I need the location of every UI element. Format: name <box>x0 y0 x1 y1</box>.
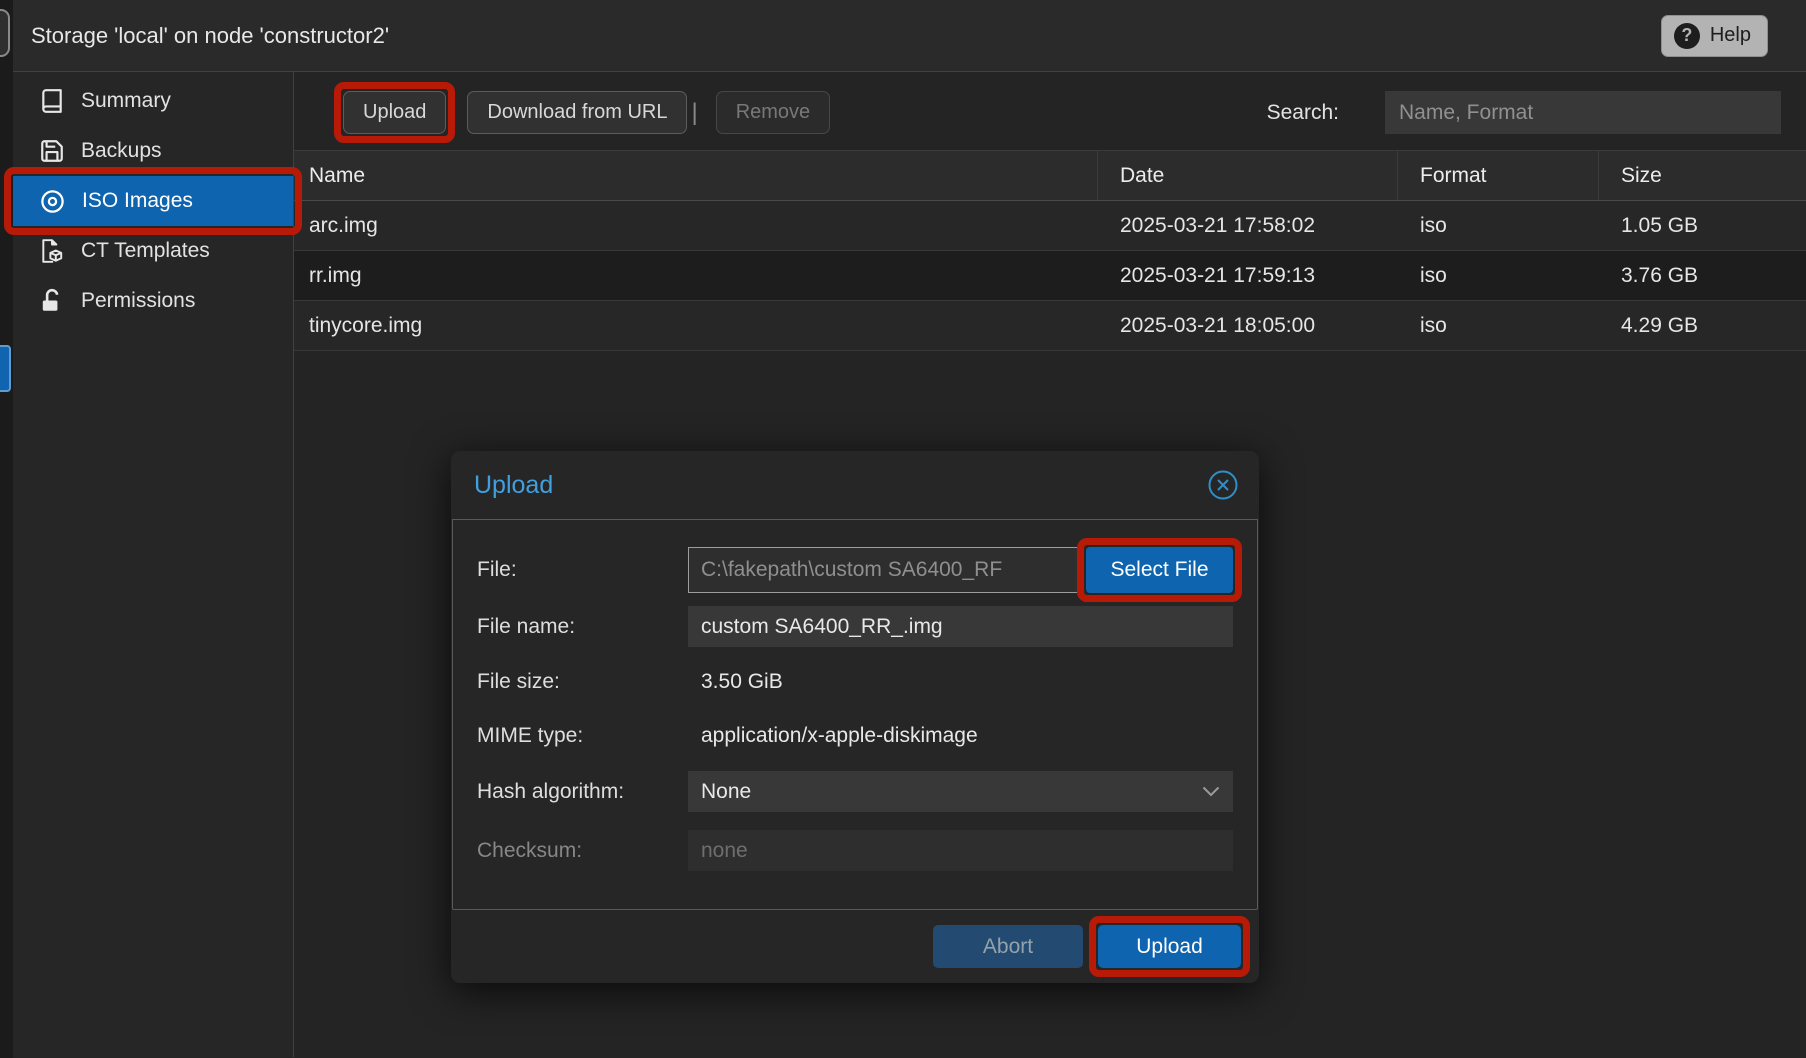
column-header-format[interactable]: Format <box>1398 151 1599 200</box>
cell-size: 4.29 GB <box>1599 301 1806 350</box>
checksum-input[interactable] <box>688 830 1233 871</box>
chevron-down-icon <box>1202 786 1220 797</box>
dialog-footer: Abort Upload <box>451 910 1259 983</box>
cell-name: rr.img <box>294 251 1098 300</box>
hash-label: Hash algorithm: <box>477 780 688 804</box>
collapsed-panel-edge <box>0 9 10 57</box>
cell-format: iso <box>1398 201 1599 250</box>
mime-label: MIME type: <box>477 724 688 748</box>
column-header-size[interactable]: Size <box>1599 151 1806 200</box>
mime-row: MIME type: application/x-apple-diskimage <box>477 724 1233 748</box>
table-row[interactable]: tinycore.img 2025-03-21 18:05:00 iso 4.2… <box>294 301 1806 351</box>
checksum-label: Checksum: <box>477 839 688 863</box>
sidebar-item-backups[interactable]: Backups <box>13 126 293 176</box>
file-label: File: <box>477 558 688 582</box>
mime-value: application/x-apple-diskimage <box>688 724 978 748</box>
cell-name: tinycore.img <box>294 301 1098 350</box>
sidebar: Summary Backups ISO Images CT Templates <box>13 72 293 1057</box>
help-button[interactable]: ? Help <box>1661 15 1768 57</box>
cell-date: 2025-03-21 17:59:13 <box>1098 251 1398 300</box>
unlock-icon <box>39 288 65 314</box>
dialog-title: Upload <box>474 471 553 500</box>
upload-dialog: Upload File: Select File File name: File… <box>451 451 1259 983</box>
table-header-row: Name Date Format Size <box>294 150 1806 201</box>
book-icon <box>39 88 65 114</box>
question-icon: ? <box>1674 23 1700 49</box>
package-icon <box>39 238 65 264</box>
file-path-input[interactable] <box>688 547 1078 593</box>
sidebar-item-summary[interactable]: Summary <box>13 76 293 126</box>
checksum-field-row: Checksum: <box>477 830 1233 871</box>
column-header-name[interactable]: Name <box>294 151 1098 200</box>
sidebar-item-label: Summary <box>81 89 171 113</box>
hash-field-row: Hash algorithm: None <box>477 771 1233 812</box>
hash-selected-value: None <box>701 780 751 804</box>
remove-button[interactable]: Remove <box>716 91 830 134</box>
toolbar: Upload Download from URL | Remove Search… <box>294 72 1806 150</box>
file-field-row: File: Select File <box>477 547 1233 593</box>
cell-size: 3.76 GB <box>1599 251 1806 300</box>
cell-date: 2025-03-21 17:58:02 <box>1098 201 1398 250</box>
sidebar-item-iso-images[interactable]: ISO Images <box>13 176 293 226</box>
filename-field-row: File name: <box>477 606 1233 647</box>
page-title: Storage 'local' on node 'constructor2' <box>31 23 389 49</box>
sidebar-item-label: ISO Images <box>82 189 193 213</box>
cell-name: arc.img <box>294 201 1098 250</box>
close-icon[interactable] <box>1207 469 1239 501</box>
filesize-value: 3.50 GiB <box>688 670 783 694</box>
help-button-label: Help <box>1710 24 1751 47</box>
cell-size: 1.05 GB <box>1599 201 1806 250</box>
panel-header: Storage 'local' on node 'constructor2' ?… <box>13 0 1806 72</box>
disc-icon <box>39 188 66 215</box>
cell-format: iso <box>1398 301 1599 350</box>
dialog-upload-button[interactable]: Upload <box>1098 925 1241 968</box>
abort-button[interactable]: Abort <box>933 925 1083 968</box>
collapsed-selection-edge <box>0 345 11 392</box>
file-table: Name Date Format Size arc.img 2025-03-21… <box>294 150 1806 351</box>
collapsed-panel-strip <box>0 0 13 1058</box>
table-row[interactable]: rr.img 2025-03-21 17:59:13 iso 3.76 GB <box>294 251 1806 301</box>
floppy-icon <box>39 138 65 164</box>
column-header-date[interactable]: Date <box>1098 151 1398 200</box>
dialog-header: Upload <box>451 451 1259 519</box>
filename-input[interactable] <box>688 606 1233 647</box>
hash-algorithm-select[interactable]: None <box>688 771 1233 812</box>
cell-date: 2025-03-21 18:05:00 <box>1098 301 1398 350</box>
sidebar-item-label: Backups <box>81 139 162 163</box>
search-input[interactable] <box>1385 91 1781 134</box>
table-row[interactable]: arc.img 2025-03-21 17:58:02 iso 1.05 GB <box>294 201 1806 251</box>
search-label: Search: <box>1267 101 1339 125</box>
filesize-row: File size: 3.50 GiB <box>477 670 1233 694</box>
sidebar-item-label: Permissions <box>81 289 195 313</box>
filesize-label: File size: <box>477 670 688 694</box>
cell-format: iso <box>1398 251 1599 300</box>
toolbar-separator: | <box>687 99 715 127</box>
upload-button[interactable]: Upload <box>343 91 446 134</box>
select-file-button[interactable]: Select File <box>1086 547 1233 593</box>
sidebar-item-permissions[interactable]: Permissions <box>13 276 293 326</box>
sidebar-item-ct-templates[interactable]: CT Templates <box>13 226 293 276</box>
download-from-url-button[interactable]: Download from URL <box>467 91 687 134</box>
sidebar-item-label: CT Templates <box>81 239 210 263</box>
dialog-body: File: Select File File name: File size: … <box>452 519 1258 910</box>
filename-label: File name: <box>477 615 688 639</box>
proxmox-storage-page: Storage 'local' on node 'constructor2' ?… <box>0 0 1806 1058</box>
